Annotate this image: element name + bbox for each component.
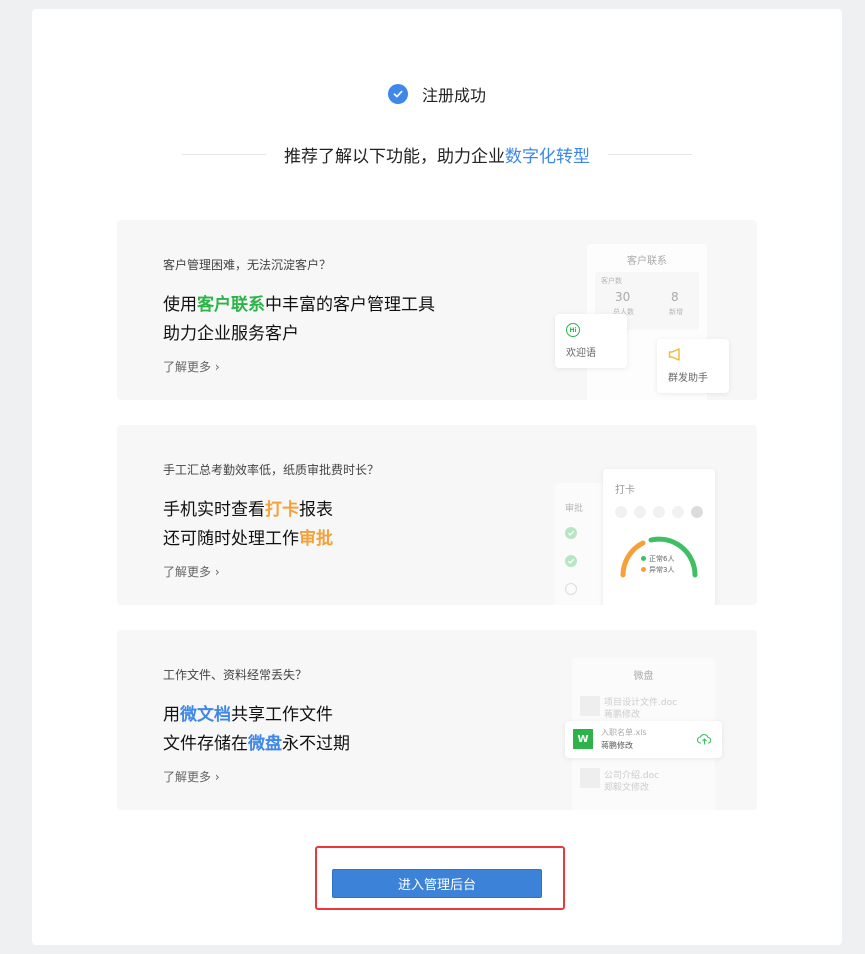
customer-contact-illustration: 客户联系 客户数 30 总人数 8 新增 Hi 欢迎语 群发助手 (555, 220, 757, 400)
chevron-right-icon: › (214, 770, 220, 784)
card-line1-highlight: 微文档 (180, 705, 231, 725)
card-line2-prefix: 还可随时处理工作 (163, 529, 299, 549)
learn-more-link[interactable]: 了解更多 › (163, 768, 220, 785)
learn-more-label: 了解更多 (163, 565, 212, 579)
file-highlight-row: W 入职名单.xls 蒋鹏修改 (565, 721, 722, 758)
card-line1-suffix: 报表 (299, 500, 333, 520)
chevron-right-icon: › (214, 360, 220, 374)
check-circle-icon (387, 84, 408, 104)
legend-abnormal: 异常3人 (649, 566, 675, 574)
chevron-right-icon: › (214, 565, 220, 579)
learn-more-link[interactable]: 了解更多 › (163, 563, 220, 580)
feature-card-documents: 工作文件、资料经常丢失？ 用微文档共享工作文件 文件存储在微盘永不过期 了解更多… (117, 630, 757, 810)
card-line2-highlight: 微盘 (248, 734, 282, 754)
learn-more-link[interactable]: 了解更多 › (163, 358, 220, 375)
recommend-subtitle: 推荐了解以下功能，助力企业数字化转型 (182, 141, 692, 167)
card-line1-prefix: 使用 (163, 295, 197, 315)
excel-file-icon: W (573, 729, 593, 749)
learn-more-label: 了解更多 (163, 360, 212, 374)
drive-illustration: 微盘 项目设计文件.doc 蒋鹏修改 公司介绍.doc 郑毅文修改 W 入职名单… (555, 630, 757, 810)
check-icon (565, 527, 577, 539)
file3-sub: 郑毅文修改 (604, 783, 650, 793)
attendance-illustration: 审批 打卡 正常6人 异常3人 (555, 425, 757, 605)
registration-success-panel: 注册成功 推荐了解以下功能，助力企业数字化转型 客户管理困难，无法沉淀客户？ 使… (32, 9, 842, 945)
subtitle-prefix: 推荐了解以下功能，助力企业 (284, 146, 505, 167)
feature-card-customer-contact: 客户管理困难，无法沉淀客户？ 使用客户联系中丰富的客户管理工具 助力企业服务客户… (117, 220, 757, 400)
welcome-text: 欢迎语 (566, 348, 596, 359)
file-icon (580, 696, 600, 716)
drive-title: 微盘 (633, 671, 654, 682)
card-question: 手工汇总考勤效率低，纸质审批费时长？ (163, 463, 380, 477)
megaphone-icon (668, 348, 680, 361)
group-send-bubble: 群发助手 (657, 339, 729, 393)
card-line2: 助力企业服务客户 (163, 324, 299, 344)
gauge-legend: 正常6人 异常3人 (641, 554, 674, 576)
hi-chat-icon: Hi (566, 323, 580, 337)
file-icon (580, 768, 600, 788)
stats-section: 客户数 (601, 277, 622, 285)
legend-normal: 正常6人 (649, 555, 675, 563)
success-title: 注册成功 (421, 86, 486, 105)
file1-sub: 蒋鹏修改 (604, 710, 641, 720)
punch-title: 打卡 (615, 485, 635, 496)
stat2-label: 新增 (669, 308, 683, 316)
approval-title: 审批 (565, 504, 584, 514)
card-question: 工作文件、资料经常丢失？ (163, 668, 308, 682)
stat2-value: 8 (671, 290, 679, 304)
check-icon (565, 555, 577, 567)
card-line2-highlight: 审批 (299, 529, 333, 549)
card-question: 客户管理困难，无法沉淀客户？ (163, 258, 332, 272)
feature-card-attendance: 手工汇总考勤效率低，纸质审批费时长？ 手机实时查看打卡报表 还可随时处理工作审批… (117, 425, 757, 605)
week-dots (615, 506, 703, 518)
welcome-bubble: Hi 欢迎语 (555, 314, 627, 368)
card-line2-prefix: 文件存储在 (163, 734, 248, 754)
card-line2-suffix: 永不过期 (282, 734, 350, 754)
card-line1-highlight: 客户联系 (197, 295, 265, 315)
subtitle-highlight: 数字化转型 (505, 146, 590, 167)
mock-title: 客户联系 (627, 256, 667, 267)
pending-icon (565, 583, 577, 595)
learn-more-label: 了解更多 (163, 770, 212, 784)
success-header: 注册成功 (32, 81, 842, 107)
group-send-text: 群发助手 (668, 373, 708, 384)
cloud-upload-icon (697, 734, 712, 745)
punch-card-mock: 打卡 正常6人 异常3人 (603, 469, 715, 605)
file2-name: 入职名单.xls (601, 728, 647, 737)
card-line1-prefix: 手机实时查看 (163, 500, 265, 520)
divider-left (182, 153, 266, 155)
enter-admin-button[interactable]: 进入管理后台 (332, 869, 542, 898)
card-line1-highlight: 打卡 (265, 500, 299, 520)
divider-right (608, 153, 692, 155)
stat1-value: 30 (615, 290, 631, 304)
card-line1-prefix: 用 (163, 705, 180, 725)
file2-sub: 蒋鹏修改 (601, 741, 633, 750)
card-line1-suffix: 共享工作文件 (231, 705, 333, 725)
card-line1-suffix: 中丰富的客户管理工具 (265, 295, 435, 315)
